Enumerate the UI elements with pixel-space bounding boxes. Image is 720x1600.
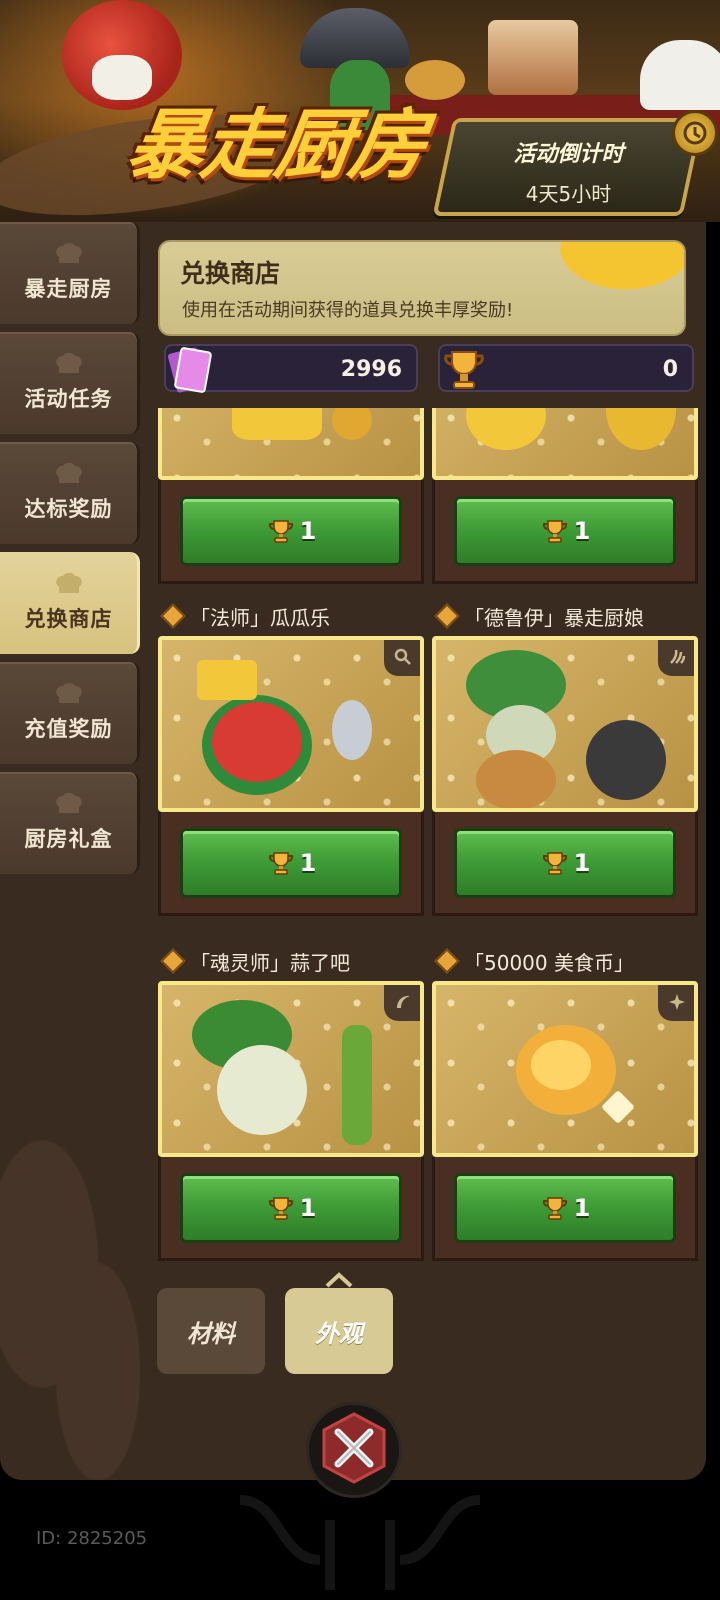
selected-indicator-icon — [325, 1272, 353, 1288]
diamond-icon — [434, 948, 460, 974]
buy-button[interactable]: 1 — [180, 1172, 402, 1243]
countdown-value: 4天5小时 — [525, 182, 612, 206]
buy-button[interactable]: 1 — [454, 1172, 676, 1243]
tab-appearance[interactable]: 外观 — [285, 1288, 393, 1374]
shop-item-card: 「50000 美食币」 1 — [432, 941, 698, 1261]
sidebar-item-kitchen[interactable]: 暴走厨房 — [0, 222, 140, 324]
shop-content: 兑换商店 使用在活动期间获得的道具兑换丰厚奖励! 2996 0 1 1 「法师」… — [158, 240, 698, 1261]
sidebar-item-label: 厨房礼盒 — [24, 827, 113, 851]
item-price: 1 — [573, 1193, 591, 1222]
trophy-icon — [436, 340, 492, 398]
trophy-icon — [540, 1193, 570, 1223]
buy-button[interactable]: 1 — [180, 495, 402, 566]
user-id-label: ID: 2825205 — [36, 1528, 148, 1549]
buy-button[interactable]: 1 — [454, 827, 676, 898]
shop-item-card: 「德鲁伊」暴走厨娘 1 — [432, 596, 698, 916]
sidebar-item-gift-box[interactable]: 厨房礼盒 — [0, 772, 140, 874]
item-art — [158, 636, 424, 812]
item-art — [432, 981, 698, 1157]
chef-hat-icon — [53, 573, 85, 597]
item-art — [158, 408, 424, 480]
sidebar-item-label: 兑换商店 — [24, 607, 113, 631]
sidebar-item-exchange-shop[interactable]: 兑换商店 — [0, 552, 140, 654]
trophy-icon — [266, 848, 296, 878]
trophy-icon — [540, 516, 570, 546]
item-name: 「德鲁伊」暴走厨娘 — [464, 605, 644, 630]
item-name: 「法师」瓜瓜乐 — [190, 605, 330, 630]
magnifier-icon — [384, 640, 420, 676]
cake-illustration — [488, 20, 578, 95]
currency-ticket-value: 2996 — [340, 357, 402, 382]
chef-hat-icon — [53, 353, 85, 377]
sidebar-item-label: 暴走厨房 — [24, 277, 113, 301]
item-price: 1 — [573, 848, 591, 877]
event-title: 暴走厨房 — [121, 100, 431, 189]
sickle-icon — [384, 985, 420, 1021]
tab-appearance-label: 外观 — [315, 1319, 363, 1348]
item-price: 1 — [299, 1193, 317, 1222]
ticket-cards-icon — [162, 340, 218, 398]
sparkle-icon — [658, 985, 694, 1021]
clock-badge-icon — [672, 110, 718, 156]
sidebar-item-label: 活动任务 — [24, 387, 113, 411]
chef-hat-icon — [53, 463, 85, 487]
shop-title: 兑换商店 — [180, 259, 281, 288]
countdown-panel: 活动倒计时 4天5小时 — [432, 118, 704, 216]
item-price: 1 — [299, 848, 317, 877]
trophy-icon — [266, 1193, 296, 1223]
shop-subtitle: 使用在活动期间获得的道具兑换丰厚奖励! — [182, 300, 514, 321]
tab-materials[interactable]: 材料 — [157, 1288, 265, 1374]
item-price: 1 — [573, 516, 591, 545]
sidebar-item-milestones[interactable]: 达标奖励 — [0, 442, 140, 544]
sidebar: 暴走厨房 活动任务 达标奖励 兑换商店 充值奖励 厨房礼盒 — [0, 222, 145, 882]
item-grid[interactable]: 1 1 「法师」瓜瓜乐 1 「德鲁伊」暴走厨娘 1 「魂灵师」蒜了吧 1 「50… — [158, 408, 698, 1270]
trophy-icon — [540, 848, 570, 878]
buy-button[interactable]: 1 — [180, 827, 402, 898]
sidebar-item-label: 充值奖励 — [24, 717, 113, 741]
chef-hat-icon — [53, 793, 85, 817]
close-button[interactable] — [306, 1402, 402, 1498]
chef-hat-icon — [53, 683, 85, 707]
buy-button[interactable]: 1 — [454, 495, 676, 566]
chef-hat-illustration — [640, 40, 720, 110]
shop-item-card: 1 — [432, 408, 698, 584]
item-name: 「魂灵师」蒜了吧 — [190, 950, 350, 975]
shop-item-card: 1 — [158, 408, 424, 584]
shop-item-card: 「魂灵师」蒜了吧 1 — [158, 941, 424, 1261]
currency-trophy-value: 0 — [662, 357, 678, 382]
sidebar-item-tasks[interactable]: 活动任务 — [0, 332, 140, 434]
countdown-label: 活动倒计时 — [513, 142, 624, 167]
tab-materials-label: 材料 — [187, 1319, 235, 1348]
diamond-icon — [160, 948, 186, 974]
item-name: 「50000 美食币」 — [464, 950, 634, 975]
item-price: 1 — [299, 516, 317, 545]
diamond-icon — [434, 603, 460, 629]
currency-ticket: 2996 — [164, 344, 418, 393]
item-art — [158, 981, 424, 1157]
trophy-icon — [266, 516, 296, 546]
sidebar-item-label: 达标奖励 — [24, 497, 113, 521]
item-art — [432, 636, 698, 812]
diamond-icon — [160, 603, 186, 629]
item-art — [432, 408, 698, 480]
shop-item-card: 「法师」瓜瓜乐 1 — [158, 596, 424, 916]
claw-icon — [658, 640, 694, 676]
chef-hat-icon — [53, 243, 85, 267]
shop-header: 兑换商店 使用在活动期间获得的道具兑换丰厚奖励! — [158, 240, 686, 336]
close-icon — [314, 1408, 394, 1492]
currency-trophy: 0 — [438, 344, 694, 392]
sidebar-item-recharge[interactable]: 充值奖励 — [0, 662, 140, 764]
